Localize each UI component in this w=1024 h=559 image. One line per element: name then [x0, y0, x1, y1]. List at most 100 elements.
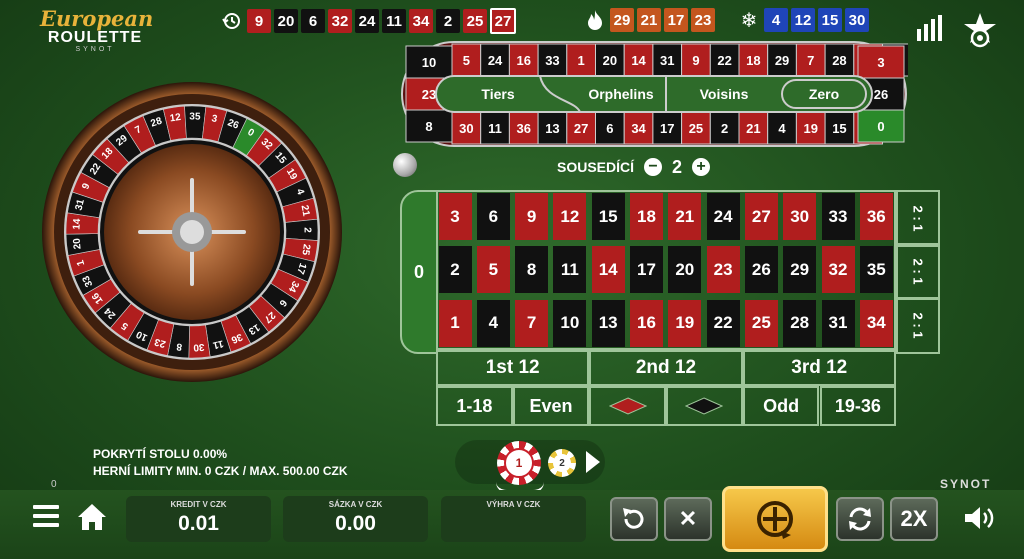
logo-line2: ROULETTE	[47, 29, 143, 46]
bet-number[interactable]: 4	[474, 297, 512, 350]
menu-icon[interactable]	[33, 505, 59, 532]
credit-value: 0.01	[178, 512, 219, 535]
history-number: 2	[436, 9, 460, 33]
neighbours-plus-button[interactable]: +	[692, 158, 711, 176]
history-number: 34	[409, 9, 433, 33]
bet-number[interactable]: 24	[704, 190, 742, 243]
bet-number[interactable]: 30	[781, 190, 819, 243]
hot-number: 17	[664, 8, 688, 32]
wheel-number: 30	[193, 341, 205, 353]
bet-column[interactable]: 2 : 1	[896, 296, 940, 354]
bet-number[interactable]: 29	[781, 243, 819, 296]
bet-number[interactable]: 15	[589, 190, 627, 243]
bet-number[interactable]: 3	[436, 190, 474, 243]
cold-number: 12	[791, 8, 815, 32]
history-number: 32	[328, 9, 352, 33]
bet-dozen[interactable]: 1st 12	[436, 350, 590, 386]
bet-number[interactable]: 17	[628, 243, 666, 296]
race-number: 26	[874, 87, 888, 102]
bet-number[interactable]: 9	[513, 190, 551, 243]
favourites-icon[interactable]	[962, 12, 998, 48]
undo-icon	[623, 508, 644, 529]
bet-column[interactable]: 2 : 1	[896, 243, 940, 301]
bet-number-label: 29	[783, 246, 817, 294]
bet-number[interactable]: 35	[857, 243, 895, 296]
rebet-icon	[849, 507, 871, 531]
speaker-icon[interactable]	[963, 505, 995, 531]
race-number: 0	[877, 119, 884, 134]
bet-number[interactable]: 6	[474, 190, 512, 243]
undo-button[interactable]	[610, 497, 658, 541]
bet-number[interactable]: 14	[589, 243, 627, 296]
bet-number[interactable]: 27	[742, 190, 780, 243]
race-number: 22	[717, 53, 731, 68]
black-diamond-icon	[685, 397, 724, 415]
bet-number-label: 15	[591, 193, 625, 240]
bet-number[interactable]: 23	[704, 243, 742, 296]
bet-outside[interactable]: 1-18	[436, 386, 513, 426]
limits-text: HERNÍ LIMITY MIN. 0 CZK / MAX. 500.00 CZ…	[93, 464, 348, 478]
chip-next-arrow-icon[interactable]	[586, 451, 600, 473]
bet-number[interactable]: 16	[628, 297, 666, 350]
bet-outside[interactable]: 19-36	[819, 386, 897, 426]
bet-number-label: 8	[515, 246, 549, 294]
betting-table[interactable]: 0 3 6 9 12 15 18 21 24 27 30 33 36 2 : 1 2 5 8 11 14 17 20 2…	[400, 190, 940, 430]
bet-number[interactable]: 1	[436, 297, 474, 350]
bet-dozen[interactable]: 2nd 12	[589, 350, 743, 386]
bet-column-label: 2 : 1	[910, 312, 926, 339]
bet-number[interactable]: 13	[589, 297, 627, 350]
bet-outside[interactable]: Even	[512, 386, 590, 426]
bet-column-label: 2 : 1	[910, 205, 926, 232]
home-icon[interactable]	[77, 502, 107, 532]
bet-number-label: 18	[630, 193, 663, 240]
bet-number[interactable]: 21	[666, 190, 704, 243]
bet-number[interactable]: 8	[513, 243, 551, 296]
race-number: 33	[545, 53, 559, 68]
race-number: 10	[422, 55, 436, 70]
spin-button[interactable]	[722, 486, 828, 552]
bet-number[interactable]: 22	[704, 297, 742, 350]
race-number: 36	[517, 121, 531, 136]
race-number: 23	[422, 87, 436, 102]
bet-number[interactable]: 11	[551, 243, 589, 296]
hot-number: 21	[637, 8, 661, 32]
bet-number[interactable]: 25	[742, 297, 780, 350]
neighbours-label: SOUSEDÍCÍ	[557, 159, 635, 175]
bet-column[interactable]: 2 : 1	[896, 190, 940, 247]
bet-number[interactable]: 18	[628, 190, 666, 243]
bet-number[interactable]: 7	[513, 297, 551, 350]
race-number: 4	[778, 121, 786, 136]
bet-number[interactable]: 20	[666, 243, 704, 296]
credit-panel: KREDIT V CZK 0.01	[126, 496, 271, 542]
bet-number[interactable]: 33	[819, 190, 857, 243]
bet-number[interactable]: 10	[551, 297, 589, 350]
bet-number[interactable]: 36	[857, 190, 895, 243]
bet-number[interactable]: 34	[857, 297, 895, 350]
statistics-icon[interactable]	[915, 15, 943, 43]
neighbours-minus-button[interactable]: −	[644, 158, 663, 176]
rebet-button[interactable]	[836, 497, 884, 541]
bet-number[interactable]: 28	[781, 297, 819, 350]
race-number: 3	[877, 55, 884, 70]
race-number: 13	[545, 121, 559, 136]
bet-black[interactable]	[666, 386, 743, 426]
double-button[interactable]: 2X	[890, 497, 938, 541]
bet-number[interactable]: 5	[474, 243, 512, 296]
racetrack[interactable]: 5241633120143192218297281235301136132763…	[400, 40, 908, 148]
bet-zero[interactable]: 0	[400, 190, 438, 354]
chip-next[interactable]: 2	[548, 449, 576, 477]
bet-number[interactable]: 12	[551, 190, 589, 243]
bet-red[interactable]	[589, 386, 667, 426]
bet-number[interactable]: 31	[819, 297, 857, 350]
clear-button[interactable]: ✕	[664, 497, 712, 541]
bet-number[interactable]: 19	[666, 297, 704, 350]
snowflake-icon: ❄	[740, 9, 758, 32]
history-number: 6	[301, 9, 325, 33]
bet-outside[interactable]: Odd	[742, 386, 820, 426]
bet-number-label: 14	[591, 246, 625, 294]
bet-number[interactable]: 26	[742, 243, 780, 296]
bet-number[interactable]: 32	[819, 243, 857, 296]
bet-number[interactable]: 2	[436, 243, 474, 296]
bet-dozen[interactable]: 3rd 12	[742, 350, 896, 386]
chip-selected[interactable]: 1	[497, 441, 541, 485]
